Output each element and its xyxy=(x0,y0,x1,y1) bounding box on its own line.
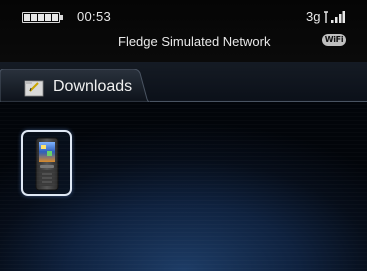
tab-divider xyxy=(150,101,367,102)
network-type: 3g xyxy=(306,9,321,24)
device-screen: 00:53 Fledge Simulated Network 3g WiFi D… xyxy=(0,0,367,271)
wifi-badge: WiFi xyxy=(322,34,346,46)
carrier-name: Fledge Simulated Network xyxy=(118,34,271,49)
folder-icon xyxy=(24,80,44,97)
signal-bars-icon xyxy=(324,11,345,23)
clock-time: 00:53 xyxy=(77,9,112,24)
phone-file-icon xyxy=(35,137,59,191)
tab-label: Downloads xyxy=(53,78,133,95)
battery-icon xyxy=(22,12,63,23)
file-item[interactable] xyxy=(21,130,72,196)
status-bar: 00:53 Fledge Simulated Network 3g WiFi xyxy=(0,0,367,62)
